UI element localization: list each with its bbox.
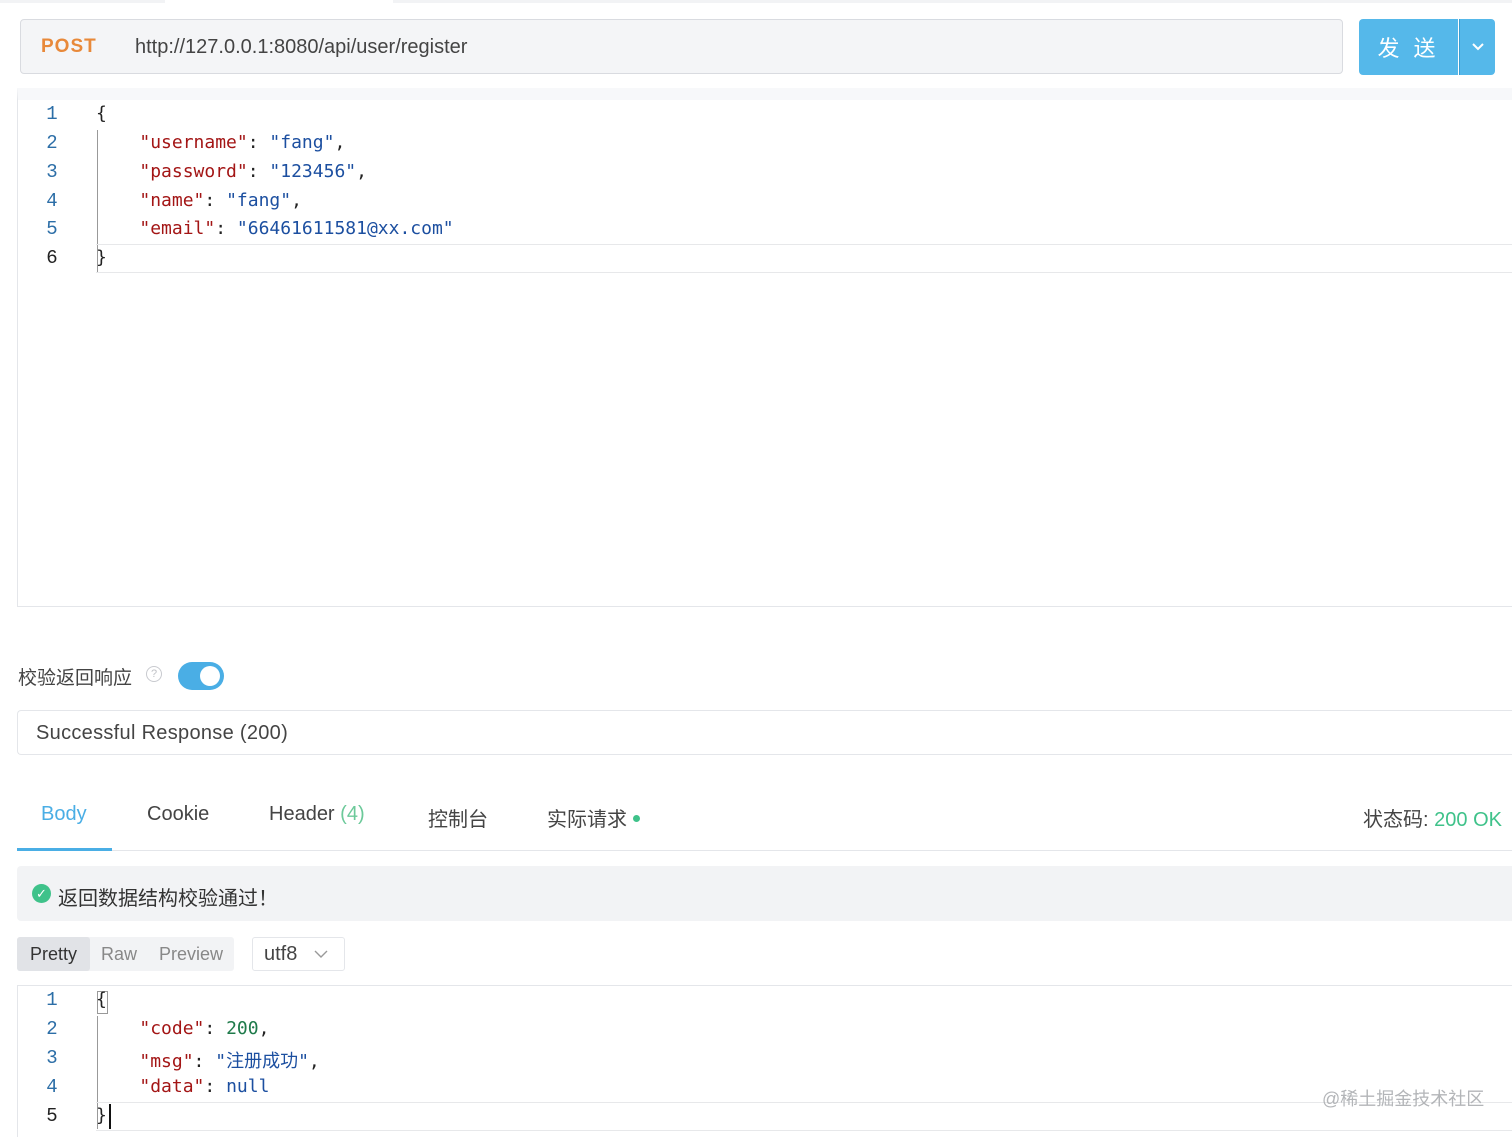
check-circle-icon: ✓ [32, 884, 51, 903]
code-line: 5 "email": "66461611581@xx.com" [18, 215, 1512, 244]
code-line: 1 { [18, 986, 1512, 1015]
line-number: 3 [46, 161, 58, 183]
send-dropdown-button[interactable] [1459, 19, 1495, 75]
line-number: 1 [46, 989, 58, 1011]
tab-console[interactable]: 控制台 [428, 803, 488, 832]
code-line: 6 } [18, 244, 1512, 273]
active-tab-indicator [17, 848, 112, 851]
code-text: "username": "fang", [139, 132, 346, 153]
tab-header[interactable]: Header (4) [269, 803, 365, 826]
code-text: "password": "123456", [139, 161, 367, 182]
http-method-select[interactable]: POST [41, 36, 97, 58]
view-mode-group: Pretty Raw Preview [17, 937, 234, 971]
validate-response-toggle[interactable] [178, 662, 224, 690]
encoding-value: utf8 [264, 943, 298, 965]
status-code: 状态码: 200 OK [1363, 809, 1502, 831]
line-number: 2 [46, 132, 58, 154]
chevron-down-icon [314, 950, 328, 958]
response-body-viewer[interactable]: 1 { 2 "code": 200, 3 "msg": "注册成功", 4 "d… [17, 985, 1512, 1137]
code-line: 2 "code": 200, [18, 1015, 1512, 1044]
line-number: 4 [46, 1076, 58, 1098]
view-raw-button[interactable]: Raw [90, 937, 148, 971]
tab-cookie[interactable]: Cookie [147, 803, 209, 826]
line-number: 1 [46, 103, 58, 125]
code-text: "msg": "注册成功", [139, 1051, 320, 1072]
tab-body[interactable]: Body [41, 803, 87, 826]
code-line: 1 { [18, 100, 1512, 129]
line-number: 5 [46, 218, 58, 240]
code-text: } [96, 247, 107, 268]
url-bar[interactable]: POST http://127.0.0.1:8080/api/user/regi… [20, 19, 1343, 74]
code-line: 3 "password": "123456", [18, 158, 1512, 187]
code-line: 4 "name": "fang", [18, 187, 1512, 216]
line-number: 5 [46, 1105, 58, 1127]
help-icon[interactable]: ? [146, 666, 162, 682]
code-text: "code": 200, [139, 1018, 270, 1039]
code-text: { [96, 989, 107, 1010]
send-button[interactable]: 发 送 [1359, 19, 1458, 75]
code-text: "email": "66461611581@xx.com" [139, 218, 454, 239]
code-text: { [96, 103, 107, 124]
line-number: 4 [46, 190, 58, 212]
chevron-down-icon [1471, 43, 1484, 51]
encoding-select[interactable]: utf8 [252, 937, 345, 971]
url-input[interactable]: http://127.0.0.1:8080/api/user/register [135, 36, 467, 59]
code-line: 3 "msg": "注册成功", [18, 1044, 1512, 1073]
validation-result-banner: ✓ 返回数据结构校验通过！ [17, 866, 1512, 921]
validate-response-label: 校验返回响应 [18, 668, 133, 689]
code-text: } [96, 1105, 107, 1126]
live-indicator-icon [633, 815, 640, 823]
response-schema-select[interactable]: Successful Response (200) [17, 710, 1512, 755]
code-line: 4 "data": null [18, 1073, 1512, 1102]
validation-result-text: 返回数据结构校验通过！ [58, 888, 278, 910]
code-text: "name": "fang", [139, 190, 302, 211]
response-schema-value: Successful Response (200) [36, 722, 289, 744]
top-divider [0, 0, 1512, 3]
line-number: 2 [46, 1018, 58, 1040]
request-body-editor[interactable]: 1 { 2 "username": "fang", 3 "password": … [17, 88, 1512, 607]
view-pretty-button[interactable]: Pretty [17, 937, 90, 971]
view-preview-button[interactable]: Preview [148, 937, 234, 971]
response-tabs: Body Cookie Header (4) 控制台 实际请求 状态码: 200… [17, 790, 1512, 851]
text-cursor [109, 1104, 111, 1129]
code-text: "data": null [139, 1076, 270, 1097]
line-number: 6 [46, 247, 58, 269]
line-number: 3 [46, 1047, 58, 1069]
code-line: 2 "username": "fang", [18, 129, 1512, 158]
watermark: @稀土掘金技术社区 [1322, 1089, 1485, 1109]
code-line: 5 } [18, 1102, 1512, 1131]
tab-actual-request[interactable]: 实际请求 [547, 803, 640, 832]
